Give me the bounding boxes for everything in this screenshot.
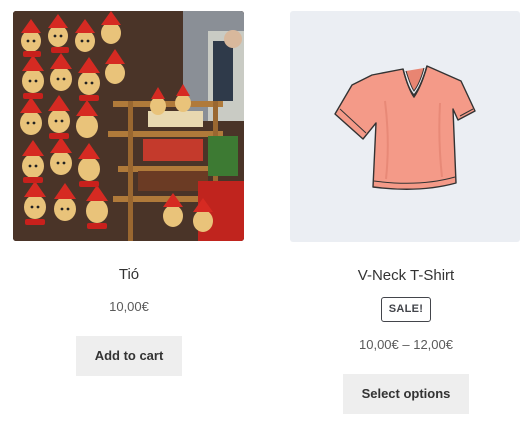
product-image-v-neck-t-shirt[interactable] — [290, 11, 520, 242]
sale-badge: SALE! — [380, 297, 432, 322]
t-shirt-illustration — [334, 65, 476, 190]
product-card-tio: Tió 10,00€ Add to cart — [13, 0, 245, 376]
product-title[interactable]: Tió — [13, 265, 245, 284]
product-image-tio[interactable] — [13, 11, 244, 241]
product-card-v-neck-t-shirt: V-Neck T-Shirt SALE! 10,00€ – 12,00€ Sel… — [290, 0, 522, 414]
product-price: 10,00€ — [109, 299, 149, 314]
product-price-range: 10,00€ – 12,00€ — [359, 337, 453, 352]
add-to-cart-button[interactable]: Add to cart — [75, 336, 183, 376]
select-options-button[interactable]: Select options — [342, 374, 470, 414]
product-title[interactable]: V-Neck T-Shirt — [290, 266, 522, 285]
tio-market-illustration — [13, 11, 244, 241]
